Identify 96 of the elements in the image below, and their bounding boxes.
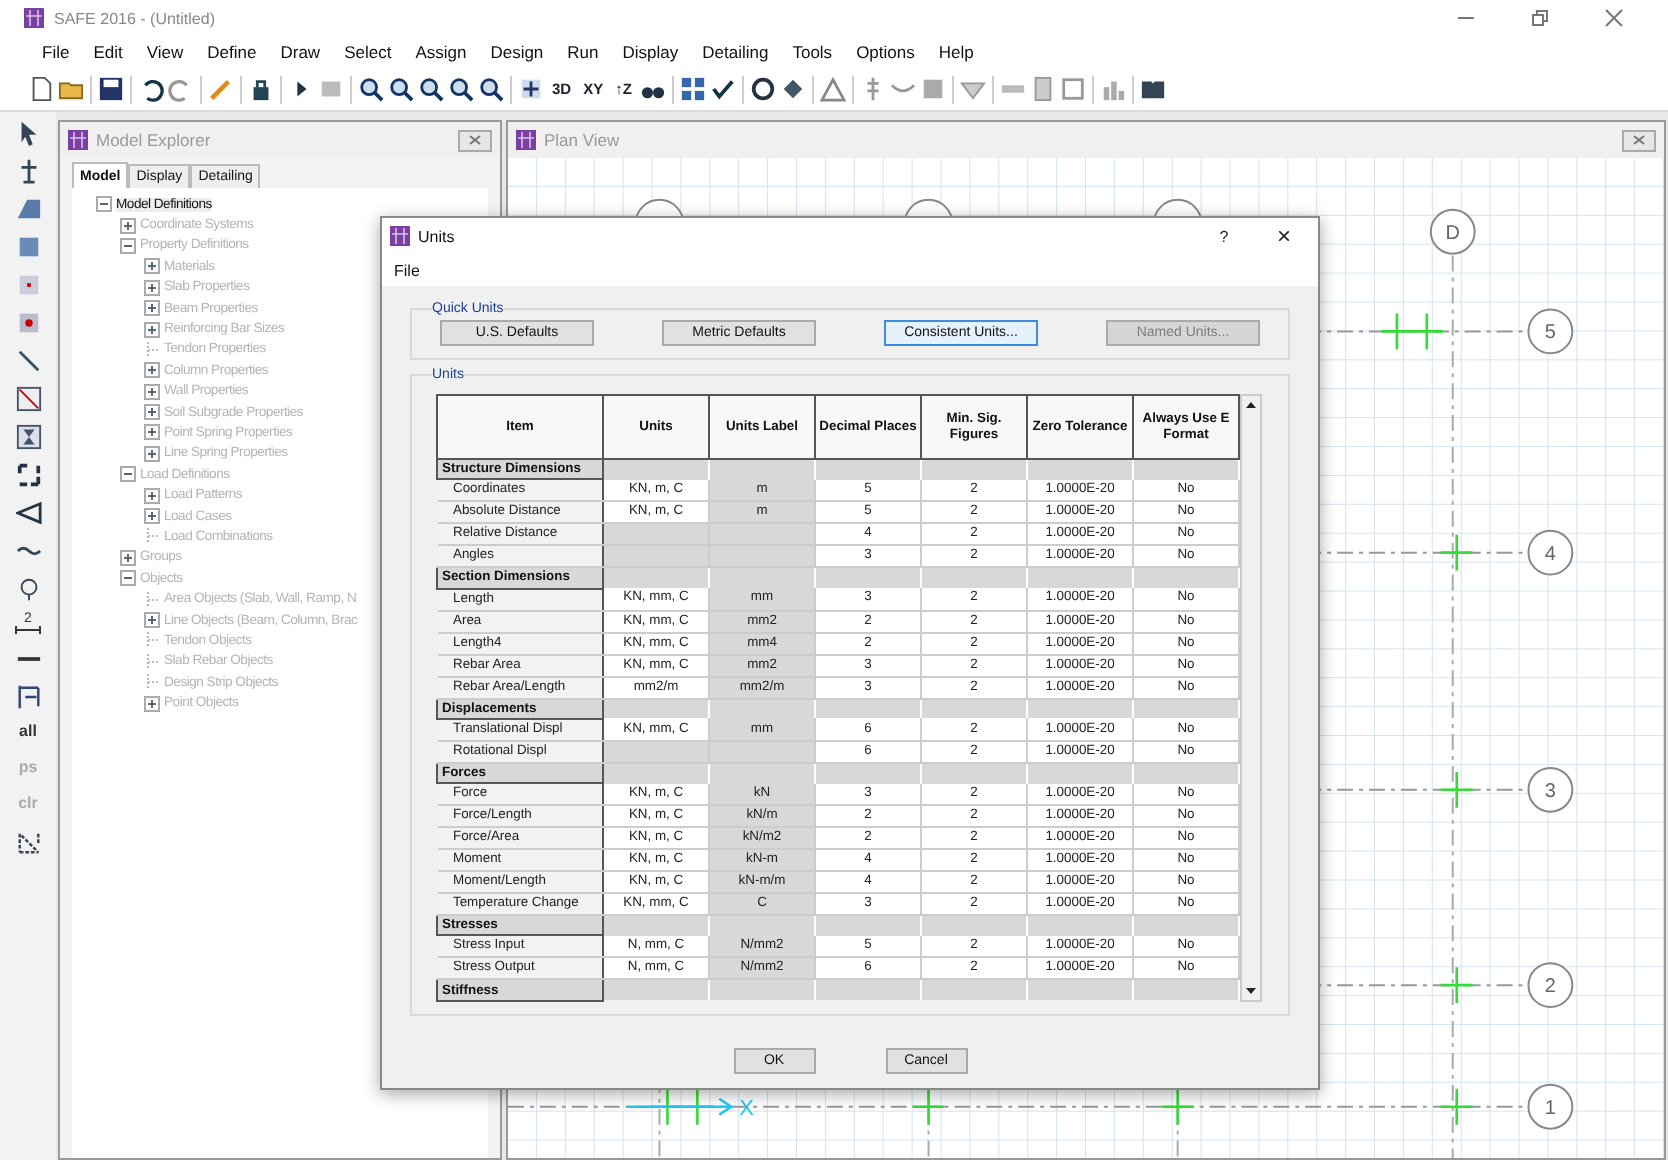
rectangle-icon[interactable] [15,234,41,260]
menu-item[interactable]: Edit [83,42,133,62]
section-icon[interactable] [15,684,41,710]
grid-select-icon[interactable] [15,830,41,856]
menu-item[interactable]: Options [846,42,925,62]
zoom-icon[interactable] [448,76,474,102]
menu-item[interactable]: File [32,42,80,62]
tree-connector [144,653,160,670]
sheet-icon[interactable] [1029,76,1056,102]
menu-item[interactable]: File [394,261,420,279]
restore-icon[interactable] [1530,8,1550,28]
help-button[interactable]: ? [1198,227,1250,245]
menu-item[interactable]: View [136,42,194,62]
expand-icon[interactable] [120,549,136,566]
column-mark [1439,533,1474,572]
dialog-title: Units [418,227,457,245]
menu-item[interactable]: Help [928,42,984,62]
zoom-icon[interactable] [478,76,504,102]
expand-icon[interactable] [144,321,160,338]
close-button[interactable] [1622,129,1656,151]
explorer-icon [68,130,88,150]
panel-title: Model Explorer [96,130,213,150]
tree-connector [144,341,160,358]
grid-bubble: 4 [1527,529,1574,576]
frame-icon[interactable] [1059,76,1086,102]
column-mark [1379,312,1415,351]
menu-item[interactable]: Define [197,42,267,62]
panel-title: Plan View [544,130,622,150]
tree-connector [144,632,160,649]
column-mark [1160,1087,1195,1126]
tree-connector [144,591,160,608]
zoom-icon[interactable] [358,76,384,102]
collapse-icon[interactable] [96,196,112,213]
select-button[interactable]: all [19,722,37,746]
expand-icon[interactable] [144,279,160,296]
collapse-icon[interactable] [120,570,136,587]
triangle-icon[interactable] [819,76,846,102]
close-button[interactable]: × [1258,222,1310,250]
grid-bubble: D [1429,208,1476,255]
expand-icon[interactable] [144,487,160,504]
scrollbar[interactable] [1240,394,1262,1002]
close-button[interactable] [458,129,492,151]
grid-bubble: 2 [1527,962,1574,1009]
menu-item[interactable]: Run [557,42,609,62]
column-mark [1409,312,1445,351]
menu-item[interactable]: Assign [405,42,477,62]
tree-connector [144,674,160,691]
menu-item[interactable]: Draw [270,42,331,62]
column-mark [1439,770,1474,810]
pencil-icon[interactable] [208,76,234,102]
check-icon[interactable] [709,76,736,102]
expand-icon[interactable] [144,383,160,400]
menu-item[interactable]: Detailing [692,42,779,62]
expand-icon[interactable] [144,695,160,712]
book-icon[interactable] [1139,76,1166,102]
pin-icon[interactable] [15,576,41,602]
menu-item[interactable]: Display [612,42,689,62]
expand-icon[interactable] [144,258,160,275]
area-icon[interactable] [15,196,41,222]
column-mark [911,1087,946,1126]
expand-icon[interactable] [144,424,160,441]
grid-bubble: 3 [1527,766,1574,813]
dialog-icon [390,226,410,246]
undo-icon[interactable] [138,76,164,102]
close-icon [1632,134,1646,146]
column-mark [1439,965,1474,1005]
expand-icon[interactable] [144,612,160,628]
window-title: SAFE 2016 - (Untitled) [54,9,217,27]
close-icon[interactable] [1604,8,1624,28]
new-file-icon[interactable] [28,76,54,102]
menu-item[interactable]: Design [480,42,554,62]
menu-item[interactable]: Tools [782,42,843,62]
zoom-icon[interactable] [418,76,444,102]
tree-connector [144,528,160,545]
expand-icon[interactable] [120,217,136,234]
grid-bubble: 5 [1527,308,1574,355]
zoom-icon[interactable] [388,76,414,102]
expand-icon[interactable] [144,362,160,379]
menu-item[interactable]: Select [334,42,402,62]
column-mark [1439,1087,1474,1126]
collapse-icon[interactable] [120,237,136,254]
grid-icon[interactable] [679,76,706,102]
circle-icon[interactable] [749,76,776,102]
expand-icon[interactable] [144,300,160,317]
expand-icon[interactable] [144,445,160,462]
diagonal-icon[interactable] [15,386,41,412]
expand-icon[interactable] [144,404,160,421]
app-icon [24,8,44,28]
expand-icon[interactable] [144,508,160,525]
close-icon [468,134,482,146]
collapse-icon[interactable] [120,466,136,483]
plan-view-icon [516,130,536,150]
line-icon[interactable] [15,348,41,374]
grid-bubble: 1 [1527,1083,1574,1130]
lock-icon[interactable] [248,76,274,102]
save-icon[interactable] [98,76,124,102]
